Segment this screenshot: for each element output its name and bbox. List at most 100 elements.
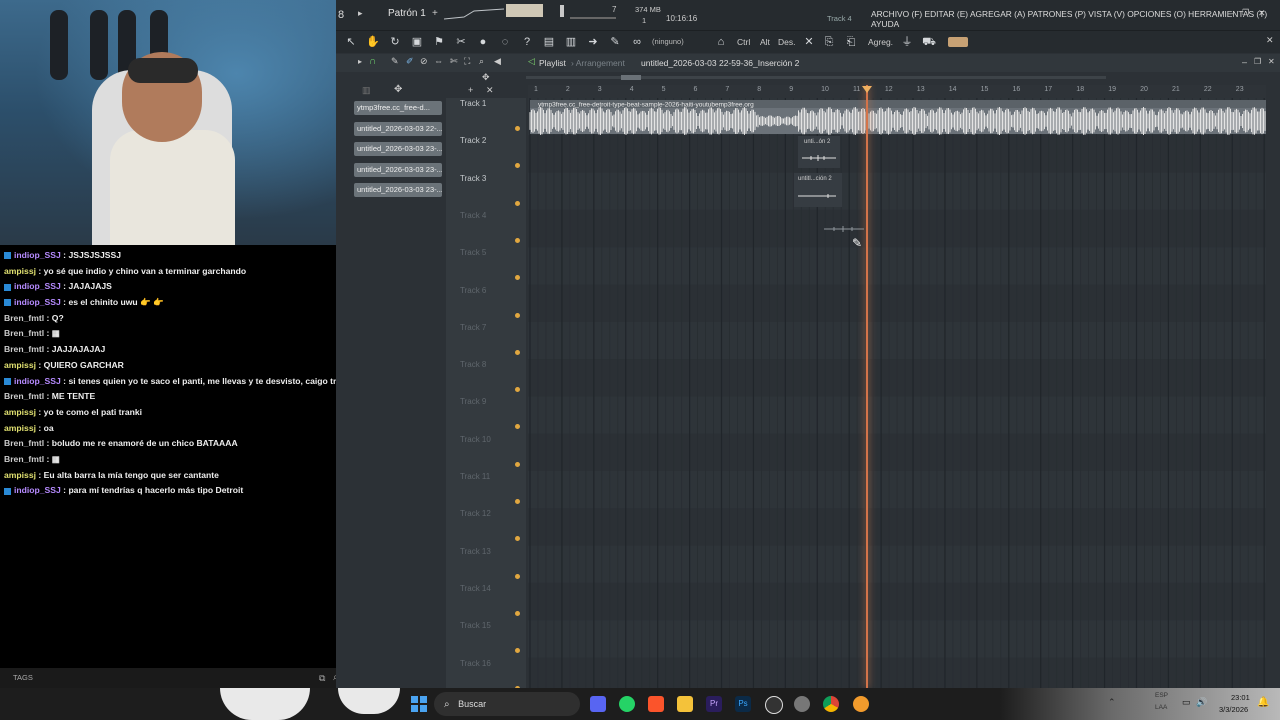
arrow-tool-icon[interactable]: ↖ xyxy=(344,35,358,49)
hand-tool-icon[interactable]: ✋ xyxy=(366,35,380,49)
track-label[interactable]: Track 5 xyxy=(460,248,486,257)
browser-menu-icon[interactable]: ▥ xyxy=(362,85,371,96)
shift-key[interactable]: Des. xyxy=(778,37,795,47)
track-enable-led[interactable] xyxy=(515,610,520,616)
mute-icon[interactable]: ⊘ xyxy=(420,56,428,67)
paste-icon[interactable]: ⎗ xyxy=(844,35,858,49)
volume-icon[interactable]: 🔊 xyxy=(1196,697,1207,708)
track-enable-led[interactable] xyxy=(515,312,520,318)
metronome-icon[interactable]: ⌂ xyxy=(714,35,728,49)
paint-icon[interactable]: ✐ xyxy=(406,56,414,67)
chat-username[interactable]: Bren_fmtl xyxy=(4,313,44,323)
chrome-icon[interactable] xyxy=(823,696,839,712)
alt-key[interactable]: Alt xyxy=(760,37,770,47)
track-enable-led[interactable] xyxy=(515,648,520,654)
add-pattern-button[interactable]: + xyxy=(432,8,438,19)
help-icon[interactable]: ? xyxy=(520,35,534,49)
chat-username[interactable]: Bren_fmtl xyxy=(4,391,44,401)
tempo-display[interactable] xyxy=(948,37,968,47)
track-enable-led[interactable] xyxy=(515,573,520,579)
photoshop-icon[interactable]: Ps xyxy=(735,696,751,712)
minimize-playlist-icon[interactable]: – xyxy=(1242,57,1247,67)
link-icon[interactable]: ∞ xyxy=(630,35,644,49)
chat-username[interactable]: indiop_SSJ xyxy=(14,485,61,495)
close-playlist-icon[interactable]: ✕ xyxy=(1268,57,1275,66)
playhead-marker[interactable] xyxy=(862,86,872,93)
close-icon[interactable]: ✕ xyxy=(1258,8,1266,19)
track-label[interactable]: Track 2 xyxy=(460,136,486,145)
add-button[interactable]: Agreg. xyxy=(868,37,893,47)
tempo-slider[interactable] xyxy=(560,5,564,17)
move-icon[interactable]: ✥ xyxy=(482,72,490,83)
track-label[interactable]: Track 14 xyxy=(460,584,491,593)
restore-playlist-icon[interactable]: ❐ xyxy=(1254,57,1261,66)
browser-clip[interactable]: ytmp3free.cc_free-d... xyxy=(354,101,442,115)
track-enable-led[interactable] xyxy=(515,163,520,169)
close-toolbar-icon[interactable]: ✕ xyxy=(1266,35,1274,46)
chat-username[interactable]: indiop_SSJ xyxy=(14,281,61,291)
brush-icon[interactable]: ✎ xyxy=(608,35,622,49)
playlist-grid[interactable]: ytmp3free.cc_free-detroit-type-beat-samp… xyxy=(528,98,1266,688)
browser-clip[interactable]: untitled_2026-03-03 23-... xyxy=(354,183,442,198)
track-label[interactable]: Track 11 xyxy=(460,472,490,481)
track-enable-led[interactable] xyxy=(515,461,520,467)
chat-username[interactable]: Bren_fmtl xyxy=(4,438,44,448)
cart-icon[interactable]: ⛟ xyxy=(922,35,936,49)
collapse-icon[interactable]: ▸ xyxy=(358,57,362,66)
chat-username[interactable]: Bren_fmtl xyxy=(4,344,44,354)
track-enable-led[interactable] xyxy=(515,499,520,504)
playhead[interactable] xyxy=(866,85,868,688)
snap-selector[interactable]: (ninguno) xyxy=(652,37,684,46)
minimize-icon[interactable]: – xyxy=(1228,8,1233,18)
horizontal-scrollbar[interactable] xyxy=(526,76,1106,79)
chat-username[interactable]: indiop_SSJ xyxy=(14,297,61,307)
timeline-ruler[interactable]: 1 2 3 4 5 6 7 8 9 10 11 12 13 14 15 16 17 18 19 20 21 22 23 xyxy=(528,85,1266,98)
keyboard-icon[interactable]: ▥ xyxy=(564,35,578,49)
clock-time[interactable]: 23:01 xyxy=(1231,693,1250,702)
play-arrow-icon[interactable]: ▸ xyxy=(358,8,363,19)
cut-icon[interactable]: ✂ xyxy=(454,35,468,49)
mic2-icon[interactable]: ⏚ xyxy=(900,35,914,49)
chat-username[interactable]: Bren_fmtl xyxy=(4,454,44,464)
settings-icon[interactable] xyxy=(794,696,810,712)
ctrl-key[interactable]: Ctrl xyxy=(737,37,750,47)
folder-icon[interactable] xyxy=(677,696,693,712)
track-enable-led[interactable] xyxy=(515,275,520,281)
delete-icon[interactable]: ✕ xyxy=(802,35,816,49)
mic-icon[interactable]: ● xyxy=(476,35,490,49)
restore-icon[interactable]: ❐ xyxy=(1242,8,1249,17)
clock-date[interactable]: 3/3/2026 xyxy=(1219,705,1248,714)
track-enable-led[interactable] xyxy=(515,200,520,206)
windows-icon[interactable] xyxy=(410,695,428,713)
track-enable-led[interactable] xyxy=(515,536,520,542)
add-track-icon[interactable]: + xyxy=(468,85,473,95)
track-label[interactable]: Track 12 xyxy=(460,509,491,518)
chat-username[interactable]: ampissj xyxy=(4,407,36,417)
track-enable-led[interactable] xyxy=(515,349,520,355)
browser-clip[interactable]: untitled_2026-03-03 23-... xyxy=(354,142,442,157)
chat-icon[interactable]: ◌ xyxy=(498,35,512,49)
pencil-icon[interactable]: ✎ xyxy=(391,56,399,67)
brave-icon[interactable] xyxy=(648,696,664,712)
track-label[interactable]: Track 8 xyxy=(460,360,486,369)
lang-layout[interactable]: LAA xyxy=(1155,704,1167,711)
track-enable-led[interactable] xyxy=(515,126,520,131)
pattern-selector[interactable]: Patrón 1 xyxy=(388,8,426,19)
popout-icon[interactable]: ⧉ xyxy=(319,668,325,688)
main-menu[interactable]: ARCHIVO (F) EDITAR (E) AGREGAR (A) PATRO… xyxy=(871,9,1280,29)
track-enable-led[interactable] xyxy=(515,237,520,243)
slice-icon[interactable]: ✄ xyxy=(450,56,458,67)
notification-icon[interactable]: 🔔 xyxy=(1257,697,1269,708)
magnet-icon[interactable]: ∩ xyxy=(369,56,376,67)
premiere-icon[interactable]: Pr xyxy=(706,696,722,712)
whatsapp-icon[interactable] xyxy=(619,696,635,712)
snap-icon[interactable]: ⚑ xyxy=(432,35,446,49)
chat-username[interactable]: ampissj xyxy=(4,360,36,370)
arrangement-name[interactable]: untitled_2026-03-03 22-59-36_Inserción 2 xyxy=(641,58,799,68)
browser-clip[interactable]: untitled_2026-03-03 22-... xyxy=(354,121,442,136)
refresh-icon[interactable]: ↻ xyxy=(388,35,402,49)
chat-username[interactable]: indiop_SSJ xyxy=(14,250,61,260)
browser-move-icon[interactable]: ✥ xyxy=(394,84,402,95)
track-label[interactable]: Track 13 xyxy=(460,547,491,556)
play-clip-icon[interactable]: ◀ xyxy=(494,56,501,67)
